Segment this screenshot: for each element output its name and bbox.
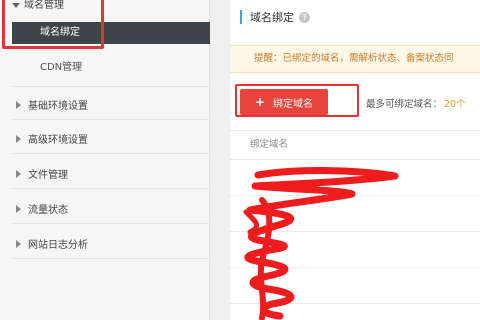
title-accent-bar <box>240 10 242 24</box>
divider <box>12 258 210 259</box>
sidebar-group-site-logs[interactable]: 网站日志分析 <box>16 236 88 251</box>
divider <box>12 86 210 87</box>
caret-right-icon <box>16 239 21 248</box>
sidebar-group-advanced-env[interactable]: 高级环境设置 <box>16 131 88 146</box>
main-panel: 域名绑定 ? 提醒：已绑定的域名，需解析状态、备案状态同 + 绑定域名 最多可绑… <box>230 0 480 320</box>
help-icon[interactable]: ? <box>299 11 310 23</box>
page-title-bar: 域名绑定 ? <box>240 8 310 26</box>
annotation-rectangle <box>235 84 359 117</box>
table-row <box>230 232 480 268</box>
table-row <box>230 268 480 304</box>
caret-right-icon <box>16 134 21 143</box>
domain-limit: 最多可绑定域名： 20个 <box>366 96 466 110</box>
sidebar-group-label: 流量状态 <box>28 205 68 216</box>
sidebar-group-file-management[interactable]: 文件管理 <box>16 166 68 181</box>
sidebar-group-label: 文件管理 <box>28 170 68 181</box>
domain-limit-label: 最多可绑定域名： <box>366 99 443 110</box>
table-row <box>230 196 480 232</box>
caret-right-icon <box>16 169 21 178</box>
divider <box>12 223 210 224</box>
sidebar-group-basic-env[interactable]: 基础环境设置 <box>16 97 88 112</box>
caret-right-icon <box>16 100 21 109</box>
table-row <box>230 160 480 196</box>
table-header: 绑定域名 <box>230 130 480 160</box>
divider <box>12 119 210 120</box>
divider <box>12 188 210 189</box>
annotation-rectangle <box>2 0 104 49</box>
sidebar-group-label: 基础环境设置 <box>28 101 88 112</box>
divider <box>12 153 210 154</box>
page-title: 域名绑定 <box>250 11 294 24</box>
sidebar-group-label: 网站日志分析 <box>28 240 88 251</box>
sidebar-item-cdn[interactable]: CDN管理 <box>40 58 82 73</box>
caret-right-icon <box>16 204 21 213</box>
sidebar-group-label: 高级环境设置 <box>28 135 88 146</box>
notice-banner: 提醒：已绑定的域名，需解析状态、备案状态同 <box>230 45 480 73</box>
domain-limit-value: 20个 <box>444 99 466 110</box>
sidebar-group-traffic-status[interactable]: 流量状态 <box>16 201 68 216</box>
